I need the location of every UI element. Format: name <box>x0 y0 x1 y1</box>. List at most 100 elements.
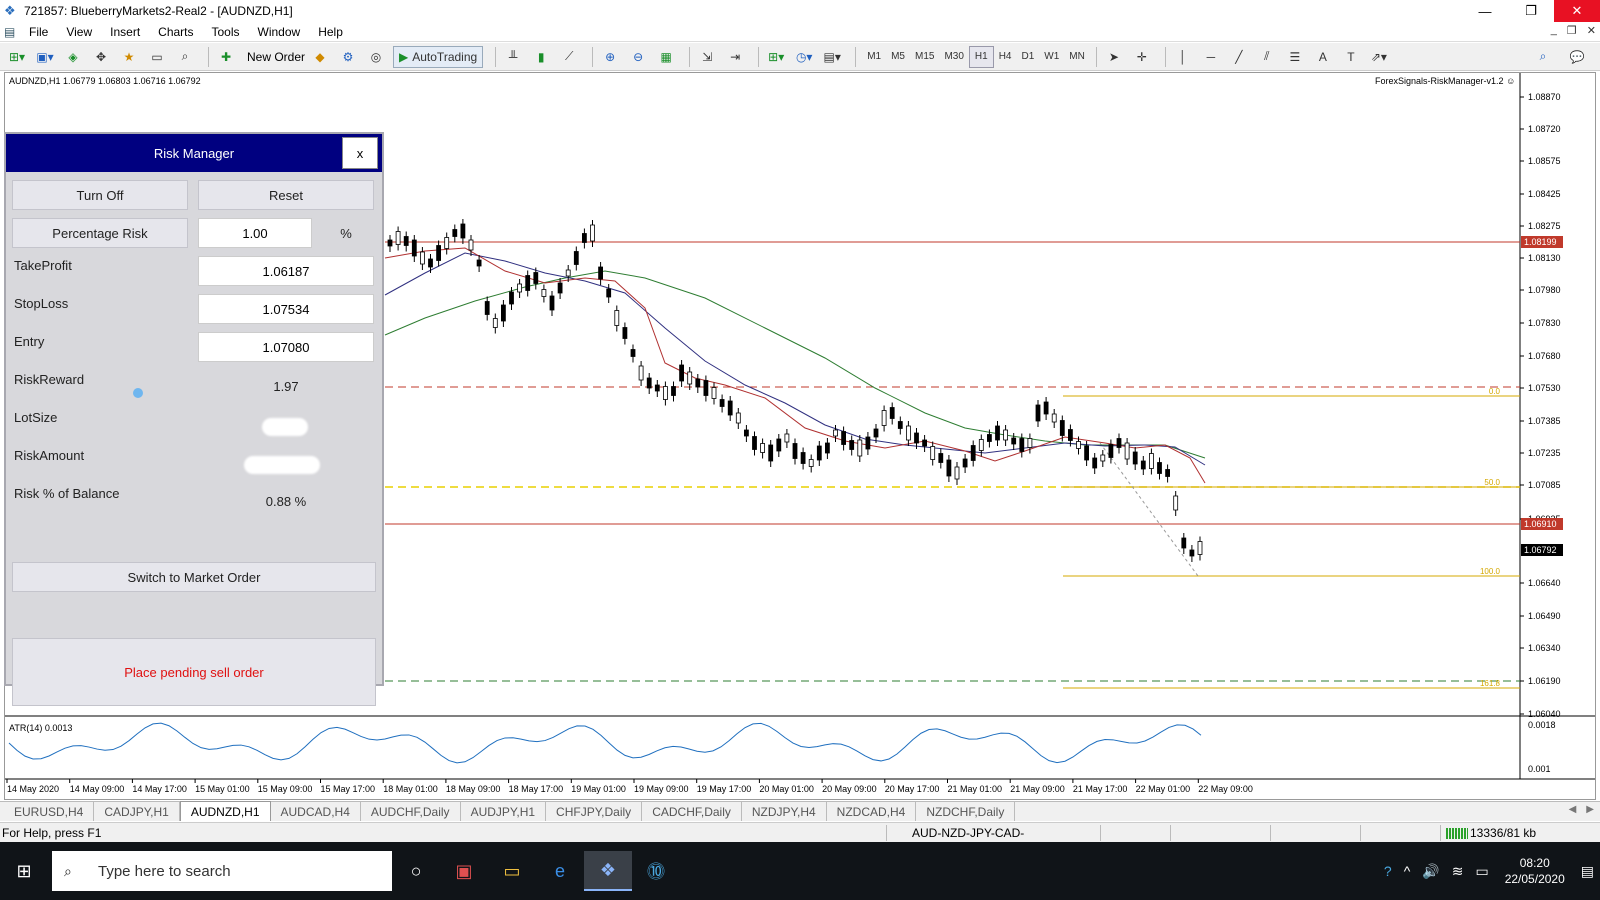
menu-help[interactable]: Help <box>309 25 352 39</box>
cursor-icon[interactable]: ➤ <box>1103 46 1125 68</box>
periods-icon[interactable]: ◷▾ <box>793 46 815 68</box>
menu-view[interactable]: View <box>57 25 101 39</box>
windows-start-icon[interactable]: ⊞ <box>0 851 48 891</box>
trendline-icon[interactable]: ╱ <box>1228 46 1250 68</box>
reset-button[interactable]: Reset <box>198 180 374 210</box>
timeframe-m15[interactable]: M15 <box>910 46 939 68</box>
wifi-icon[interactable]: ≋ <box>1446 863 1470 880</box>
turn-off-button[interactable]: Turn Off <box>12 180 188 210</box>
minimize-button[interactable]: — <box>1462 0 1508 22</box>
indicators-icon[interactable]: ⊞▾ <box>765 46 787 68</box>
menu-tools[interactable]: Tools <box>203 25 249 39</box>
vertical-line-icon[interactable]: │ <box>1172 46 1194 68</box>
chat-icon[interactable]: 💬 <box>1566 46 1588 68</box>
navigator-icon[interactable]: ★ <box>118 46 140 68</box>
percentage-risk-button[interactable]: Percentage Risk <box>12 218 188 248</box>
battery-icon[interactable]: ▭ <box>1469 863 1494 880</box>
timeframe-h1[interactable]: H1 <box>968 45 994 68</box>
search-icon[interactable]: ⌕ <box>1532 46 1554 68</box>
timeframe-w1[interactable]: W1 <box>1039 46 1064 68</box>
mdi-restore-icon[interactable]: ❐ <box>1567 24 1577 37</box>
tab-nzdjpy-h4[interactable]: NZDJPY,H4 <box>742 802 827 821</box>
terminal-icon[interactable]: ▭ <box>146 46 168 68</box>
close-window-button[interactable]: ✕ <box>1554 0 1600 22</box>
chart-window-icon[interactable]: ▤ <box>4 25 20 39</box>
timeframe-mn[interactable]: MN <box>1064 46 1090 68</box>
file-explorer-icon[interactable]: ▭ <box>488 851 536 891</box>
profiles-icon[interactable]: ▣▾ <box>34 46 56 68</box>
tab-nzdchf-daily[interactable]: NZDCHF,Daily <box>916 802 1016 821</box>
timeframe-m5[interactable]: M5 <box>886 46 910 68</box>
metatrader-app-icon[interactable]: ❖ <box>584 851 632 891</box>
percentage-risk-input[interactable]: 1.00 <box>198 218 312 248</box>
signals-icon[interactable]: ◎ <box>365 46 387 68</box>
volume-icon[interactable]: 🔊 <box>1416 863 1445 880</box>
edge-browser-icon[interactable]: e <box>536 851 584 891</box>
notifications-icon[interactable]: ▤ <box>1575 863 1600 880</box>
arrows-icon[interactable]: ⇗▾ <box>1368 46 1390 68</box>
entry-input[interactable]: 1.07080 <box>198 332 374 362</box>
candlestick-icon[interactable]: ▮ <box>530 46 552 68</box>
stop-loss-input[interactable]: 1.07534 <box>198 294 374 324</box>
metaeditor-icon[interactable]: ◆ <box>309 46 331 68</box>
tab-chfjpy-daily[interactable]: CHFJPY,Daily <box>546 802 643 821</box>
expert-advisor-name: ForexSignals-RiskManager-v1.2 <box>1375 76 1504 86</box>
take-profit-input[interactable]: 1.06187 <box>198 256 374 286</box>
new-order-icon[interactable]: ✚ <box>215 46 237 68</box>
tab-audchf-daily[interactable]: AUDCHF,Daily <box>361 802 461 821</box>
mdi-minimize-icon[interactable]: _ <box>1551 24 1557 37</box>
tab-scroll-left-icon[interactable]: ◀ <box>1569 804 1577 815</box>
zoom-in-icon[interactable]: ⊕ <box>599 46 621 68</box>
mu-app-icon[interactable]: ⓾ <box>632 851 680 891</box>
timeframe-m30[interactable]: M30 <box>939 46 968 68</box>
taskbar-search[interactable]: ⌕ Type here to search <box>52 851 392 891</box>
tab-eurusd-h4[interactable]: EURUSD,H4 <box>4 802 95 821</box>
market-watch-icon[interactable]: ◈ <box>62 46 84 68</box>
switch-market-order-button[interactable]: Switch to Market Order <box>12 562 376 592</box>
zoom-out-icon[interactable]: ⊖ <box>627 46 649 68</box>
text-icon[interactable]: A <box>1312 46 1334 68</box>
menu-insert[interactable]: Insert <box>101 25 149 39</box>
tab-cadchf-daily[interactable]: CADCHF,Daily <box>642 802 742 821</box>
strategy-tester-icon[interactable]: ⌕ <box>174 46 196 68</box>
new-order-button[interactable]: New Order <box>243 50 309 64</box>
system-clock[interactable]: 08:20 22/05/2020 <box>1495 855 1575 887</box>
options-icon[interactable]: ⚙ <box>337 46 359 68</box>
candle-body <box>1197 541 1203 555</box>
menu-charts[interactable]: Charts <box>149 25 202 39</box>
tab-cadjpy-h1[interactable]: CADJPY,H1 <box>94 802 180 821</box>
templates-icon[interactable]: ▤▾ <box>821 46 843 68</box>
media-app-icon[interactable]: ▣ <box>440 851 488 891</box>
menu-window[interactable]: Window <box>249 25 310 39</box>
show-hidden-icons-icon[interactable]: ^ <box>1398 863 1417 879</box>
autotrading-button[interactable]: ▶ AutoTrading <box>393 45 484 68</box>
data-window-icon[interactable]: ✥ <box>90 46 112 68</box>
tab-nzdcad-h4[interactable]: NZDCAD,H4 <box>827 802 917 821</box>
menu-file[interactable]: File <box>20 25 57 39</box>
connection-status[interactable]: 13336/81 kb <box>1470 826 1536 840</box>
text-label-icon[interactable]: T <box>1340 46 1362 68</box>
tab-audcad-h4[interactable]: AUDCAD,H4 <box>271 802 361 821</box>
line-chart-icon[interactable]: ⟋ <box>558 46 580 68</box>
new-chart-icon[interactable]: ⊞▾ <box>6 46 28 68</box>
tab-scroll-right-icon[interactable]: ▶ <box>1586 804 1594 815</box>
autoscroll-icon[interactable]: ⇲ <box>696 46 718 68</box>
task-view-icon[interactable]: ○ <box>392 851 440 891</box>
help-circle-icon[interactable]: ? <box>1378 863 1398 879</box>
restore-button[interactable]: ❐ <box>1508 0 1554 22</box>
timeframe-m1[interactable]: M1 <box>862 46 886 68</box>
chart-shift-icon[interactable]: ⇥ <box>724 46 746 68</box>
risk-manager-close-button[interactable]: x <box>342 137 378 169</box>
fibonacci-icon[interactable]: ☰ <box>1284 46 1306 68</box>
timeframe-h4[interactable]: H4 <box>994 46 1017 68</box>
mdi-close-icon[interactable]: ✕ <box>1587 24 1596 37</box>
order-status-button[interactable]: Place pending sell order <box>12 638 376 706</box>
horizontal-line-icon[interactable]: ─ <box>1200 46 1222 68</box>
tab-audnzd-h1[interactable]: AUDNZD,H1 <box>179 801 271 821</box>
bar-chart-icon[interactable]: ╨ <box>502 46 524 68</box>
timeframe-d1[interactable]: D1 <box>1017 46 1040 68</box>
tab-audjpy-h1[interactable]: AUDJPY,H1 <box>461 802 547 821</box>
tile-windows-icon[interactable]: ▦ <box>655 46 677 68</box>
crosshair-icon[interactable]: ✛ <box>1131 46 1153 68</box>
channel-icon[interactable]: ⫽ <box>1256 46 1278 68</box>
